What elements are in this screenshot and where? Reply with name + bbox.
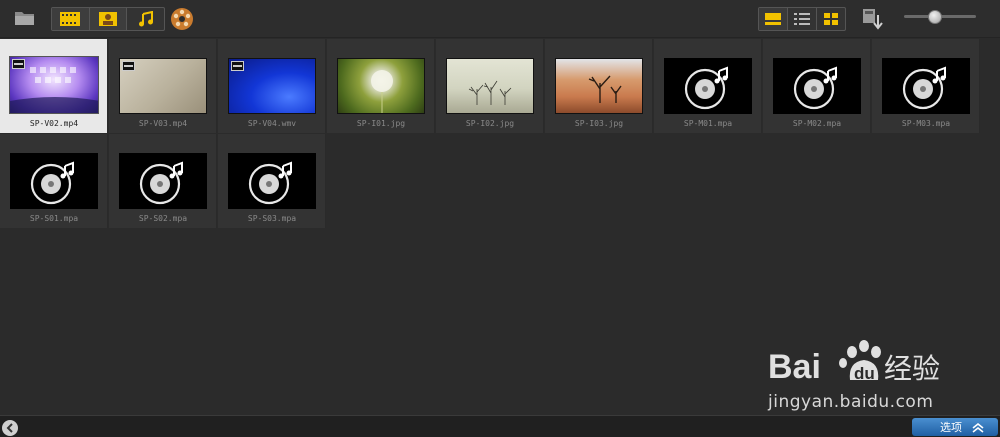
media-filename: SP-S02.mpa — [138, 214, 188, 223]
media-filename: SP-M02.mpa — [792, 119, 842, 128]
media-tile[interactable]: SP-S02.mpa — [109, 134, 217, 228]
view-mode-group — [758, 7, 846, 31]
image-thumbnail — [555, 58, 643, 114]
video-filter-icon[interactable] — [52, 8, 90, 30]
media-tile[interactable]: SP-I02.jpg — [436, 39, 544, 133]
options-button[interactable]: 选项 — [912, 418, 998, 436]
watermark-brand: Bai — [768, 348, 821, 386]
image-thumbnail — [446, 58, 534, 114]
slider-thumb[interactable] — [928, 10, 942, 24]
sort-import-icon[interactable] — [862, 7, 884, 31]
media-tile[interactable]: SP-I03.jpg — [545, 39, 653, 133]
media-tile[interactable]: SP-S03.mpa — [218, 134, 326, 228]
video-thumbnail — [119, 58, 207, 114]
library-toolbar — [0, 0, 1000, 38]
baidu-watermark: Bai du 经验 jingyan.baidu.com — [768, 330, 968, 415]
photo-filter-icon[interactable] — [89, 8, 128, 30]
media-tile[interactable]: SP-S01.mpa — [0, 134, 108, 228]
media-filename: SP-S03.mpa — [247, 214, 297, 223]
media-filename: SP-I01.jpg — [356, 119, 406, 128]
double-chevron-up-icon — [972, 418, 984, 437]
media-filename: SP-V03.mp4 — [138, 119, 188, 128]
audio-thumbnail — [10, 153, 98, 209]
watermark-brand-cn: 经验 — [884, 352, 940, 385]
video-badge-icon — [12, 59, 25, 69]
audio-thumbnail — [773, 58, 861, 114]
media-tile[interactable]: SP-V04.wmv — [218, 39, 326, 133]
media-tile[interactable]: SP-M03.mpa — [872, 39, 980, 133]
video-thumbnail — [9, 56, 99, 114]
options-label: 选项 — [940, 421, 962, 434]
thumbnail-size-slider[interactable] — [904, 10, 976, 24]
media-filename: SP-I02.jpg — [465, 119, 515, 128]
chevron-left-icon[interactable] — [2, 420, 18, 436]
media-filename: SP-M01.mpa — [683, 119, 733, 128]
media-filename: SP-S01.mpa — [29, 214, 79, 223]
video-badge-icon — [231, 61, 244, 71]
audio-filter-icon[interactable] — [127, 8, 164, 30]
media-filename: SP-V02.mp4 — [29, 119, 79, 128]
media-tile[interactable]: SP-V03.mp4 — [109, 39, 217, 133]
audio-thumbnail — [228, 153, 316, 209]
folder-icon[interactable] — [12, 7, 38, 29]
media-filename: SP-M03.mpa — [901, 119, 951, 128]
view-grid-icon[interactable] — [817, 8, 845, 30]
audio-thumbnail — [882, 58, 970, 114]
media-tile[interactable]: SP-V02.mp4 — [0, 39, 108, 133]
view-strip-icon[interactable] — [759, 8, 788, 30]
media-filename: SP-I03.jpg — [574, 119, 624, 128]
video-thumbnail — [228, 58, 316, 114]
video-badge-icon — [122, 61, 135, 71]
status-bar: 选项 — [0, 415, 1000, 437]
audio-thumbnail — [664, 58, 752, 114]
media-filter-group — [51, 7, 165, 31]
media-tile[interactable]: SP-I01.jpg — [327, 39, 435, 133]
media-filename: SP-V04.wmv — [247, 119, 297, 128]
audio-thumbnail — [119, 153, 207, 209]
media-tile[interactable]: SP-M02.mpa — [763, 39, 871, 133]
watermark-site: jingyan.baidu.com — [768, 392, 934, 412]
image-thumbnail — [337, 58, 425, 114]
media-tile[interactable]: SP-M01.mpa — [654, 39, 762, 133]
view-list-icon[interactable] — [788, 8, 817, 30]
film-reel-icon[interactable] — [170, 7, 194, 31]
watermark-brand-2: du — [854, 364, 875, 383]
